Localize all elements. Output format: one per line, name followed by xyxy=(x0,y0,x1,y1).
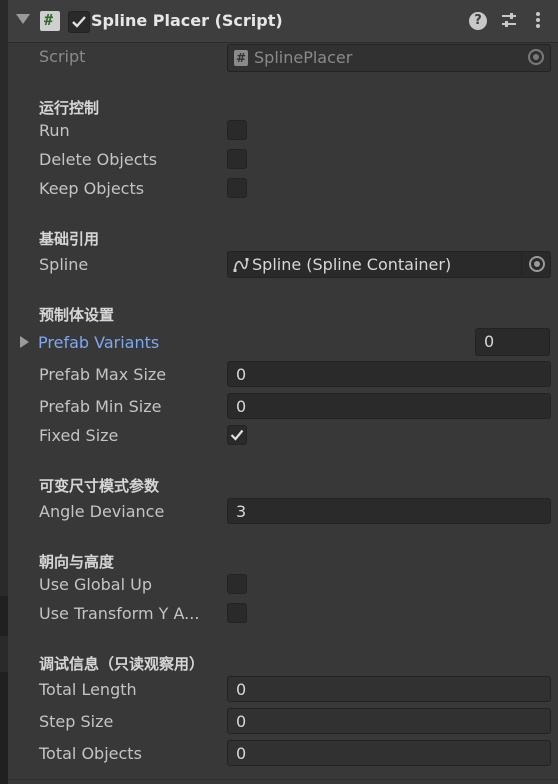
total-objects-field: 0 xyxy=(227,740,551,766)
prefab-max-size-label: Prefab Max Size xyxy=(39,365,167,384)
prefab-variants-label[interactable]: Prefab Variants xyxy=(38,333,159,352)
use-global-up-label: Use Global Up xyxy=(39,575,152,594)
section-run-control: 运行控制 xyxy=(39,99,100,117)
left-edge-segment xyxy=(0,596,8,636)
script-hash-icon: # xyxy=(40,11,60,31)
total-length-label: Total Length xyxy=(39,680,137,699)
keep-objects-checkbox[interactable] xyxy=(227,178,247,198)
question-icon[interactable]: ? xyxy=(469,12,487,30)
triangle-right-icon[interactable] xyxy=(20,336,29,348)
run-label: Run xyxy=(39,121,70,140)
bottom-divider xyxy=(8,779,558,780)
prefab-min-size-input[interactable]: 0 xyxy=(227,393,551,419)
fixed-size-checkbox[interactable] xyxy=(227,425,247,445)
component-title: Spline Placer (Script) xyxy=(91,11,283,30)
spline-curve-icon xyxy=(233,258,249,272)
component-enabled-checkbox[interactable] xyxy=(68,11,90,33)
script-value: SplinePlacer xyxy=(254,48,353,67)
object-picker-icon[interactable] xyxy=(529,256,545,272)
use-global-up-checkbox[interactable] xyxy=(227,574,247,594)
check-icon xyxy=(230,429,244,441)
use-transform-y-label: Use Transform Y A... xyxy=(39,604,200,623)
script-hash-icon: # xyxy=(234,50,248,66)
prefab-max-size-input[interactable]: 0 xyxy=(227,361,551,387)
angle-deviance-label: Angle Deviance xyxy=(39,502,165,521)
total-objects-label: Total Objects xyxy=(39,744,142,763)
spline-picker-button[interactable] xyxy=(521,252,550,277)
left-edge-strip xyxy=(0,0,8,784)
fixed-size-label: Fixed Size xyxy=(39,426,119,445)
script-field[interactable]: # SplinePlacer xyxy=(227,44,551,72)
spline-value: Spline (Spline Container) xyxy=(252,255,452,274)
object-picker-icon[interactable] xyxy=(528,49,544,65)
sliders-icon[interactable] xyxy=(499,11,519,31)
total-length-field: 0 xyxy=(227,676,551,702)
section-base-refs: 基础引用 xyxy=(39,230,100,248)
prefab-min-size-label: Prefab Min Size xyxy=(39,397,162,416)
angle-deviance-input[interactable]: 3 xyxy=(227,498,551,524)
check-icon xyxy=(72,16,86,28)
run-checkbox[interactable] xyxy=(227,120,247,140)
section-prefab-settings: 预制体设置 xyxy=(39,306,115,324)
spline-label: Spline xyxy=(39,255,89,274)
kebab-menu-icon[interactable] xyxy=(528,11,548,31)
delete-objects-checkbox[interactable] xyxy=(227,149,247,169)
use-transform-y-checkbox[interactable] xyxy=(227,603,247,623)
script-label: Script xyxy=(39,47,86,66)
delete-objects-label: Delete Objects xyxy=(39,150,158,169)
keep-objects-label: Keep Objects xyxy=(39,179,145,198)
section-variable-size: 可变尺寸模式参数 xyxy=(39,477,160,495)
triangle-down-icon[interactable] xyxy=(16,14,30,24)
prefab-variants-count[interactable]: 0 xyxy=(475,328,550,356)
step-size-field: 0 xyxy=(227,708,551,734)
step-size-label: Step Size xyxy=(39,712,114,731)
section-debug: 调试信息（只读观察用） xyxy=(39,655,205,673)
left-edge-segment xyxy=(0,672,8,784)
section-orientation: 朝向与高度 xyxy=(39,553,115,571)
spline-field[interactable]: Spline (Spline Container) xyxy=(227,251,551,278)
